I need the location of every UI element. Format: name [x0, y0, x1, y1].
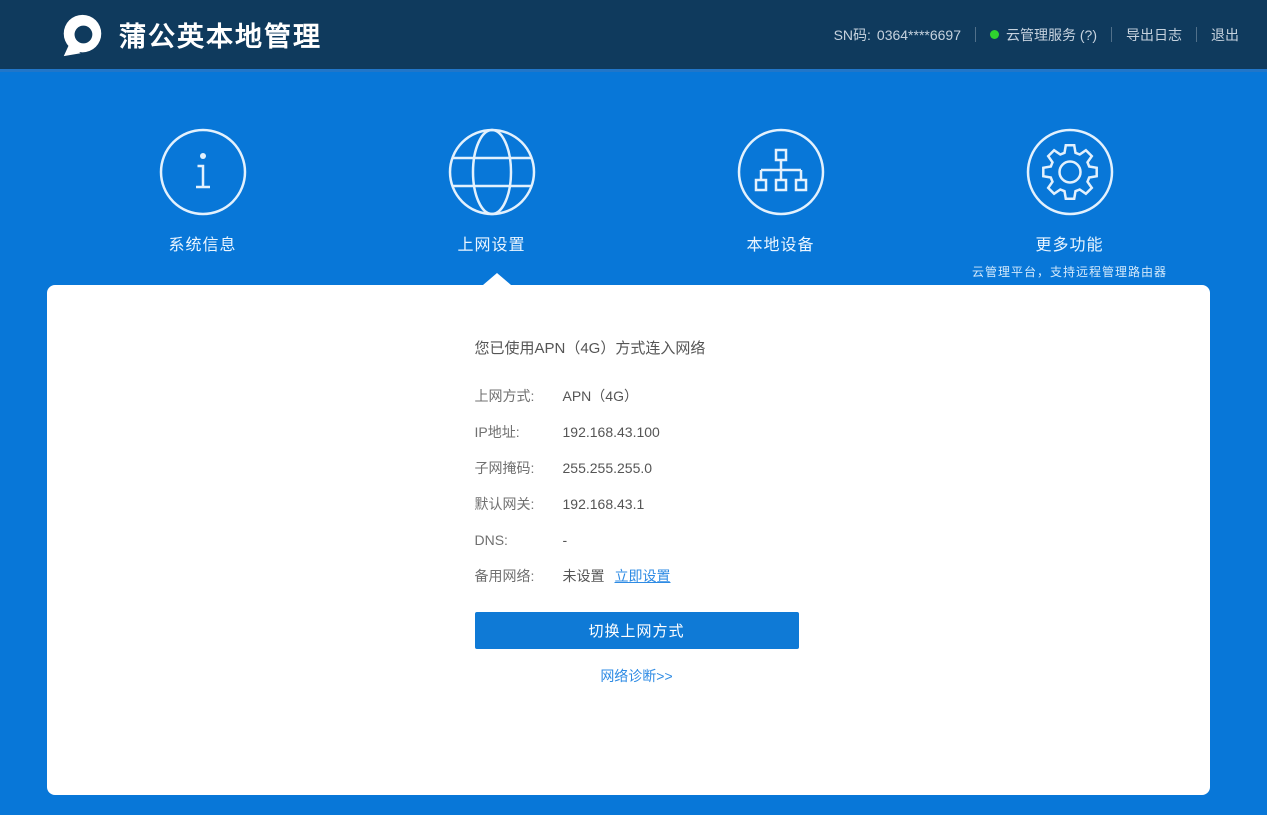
- dandelion-logo-icon: [60, 12, 105, 57]
- row-label: 默认网关:: [474, 496, 535, 512]
- tab-subtitle: 云管理平台，支持远程管理路由器: [971, 265, 1167, 279]
- divider: [1196, 27, 1197, 42]
- tab-local-devices[interactable]: 本地设备: [636, 128, 925, 280]
- row-value: 255.255.255.0: [562, 460, 653, 476]
- row-label: IP地址:: [474, 424, 520, 440]
- nav-tabs: 系统信息 上网设置 本地设备 更多功能 云管理平台，支持远程管理路由器: [58, 128, 1214, 280]
- switch-connection-button[interactable]: 切换上网方式: [474, 612, 799, 649]
- row-backup-network: 备用网络: 未设置 立即设置: [475, 558, 799, 594]
- connection-status-title: 您已使用APN（4G）方式连入网络: [474, 340, 706, 357]
- row-connection-type: 上网方式: APN（4G）: [475, 378, 799, 414]
- brand: 蒲公英本地管理: [60, 12, 322, 57]
- export-log-link[interactable]: 导出日志: [1126, 25, 1182, 45]
- topology-icon: [636, 128, 925, 216]
- divider: [975, 27, 976, 42]
- row-value: APN（4G）: [562, 388, 638, 404]
- row-value: 192.168.43.1: [562, 496, 645, 512]
- divider: [1111, 27, 1112, 42]
- tab-label: 系统信息: [168, 237, 237, 254]
- sn-code: SN码: 0364****6697: [833, 26, 961, 43]
- header-right: SN码: 0364****6697 云管理服务 (?) 导出日志 退出: [834, 25, 1239, 45]
- row-ip-address: IP地址: 192.168.43.100: [475, 414, 799, 450]
- tab-label: 更多功能: [1035, 237, 1104, 254]
- row-value: 未设置: [562, 568, 605, 584]
- row-subnet-mask: 子网掩码: 255.255.255.0: [475, 450, 799, 486]
- row-label: 上网方式:: [474, 388, 535, 404]
- row-label: 子网掩码:: [474, 460, 535, 476]
- tab-label: 上网设置: [457, 237, 526, 254]
- header: 蒲公英本地管理 SN码: 0364****6697 云管理服务 (?) 导出日志…: [0, 0, 1267, 72]
- row-default-gateway: 默认网关: 192.168.43.1: [475, 486, 799, 522]
- row-label: 备用网络:: [474, 568, 535, 584]
- logout-link[interactable]: 退出: [1211, 25, 1239, 45]
- active-tab-pointer: [483, 273, 511, 285]
- online-status-icon: [990, 30, 999, 39]
- setup-now-link[interactable]: 立即设置: [615, 566, 671, 586]
- row-value: -: [562, 532, 568, 548]
- tab-label: 本地设备: [746, 237, 815, 254]
- content-card: 您已使用APN（4G）方式连入网络 上网方式: APN（4G） IP地址: 19…: [47, 285, 1210, 795]
- gear-icon: [925, 128, 1214, 216]
- globe-icon: [347, 128, 636, 216]
- tab-more-features[interactable]: 更多功能 云管理平台，支持远程管理路由器: [925, 128, 1214, 280]
- row-value: 192.168.43.100: [562, 424, 660, 440]
- tab-system-info[interactable]: 系统信息: [58, 128, 347, 280]
- network-status-panel: 您已使用APN（4G）方式连入网络 上网方式: APN（4G） IP地址: 19…: [474, 285, 799, 686]
- info-icon: [58, 128, 347, 216]
- network-info-list: 上网方式: APN（4G） IP地址: 192.168.43.100 子网掩码:…: [475, 378, 799, 594]
- tab-internet-settings[interactable]: 上网设置: [347, 128, 636, 280]
- network-diagnose-link[interactable]: 网络诊断>>: [475, 666, 799, 686]
- row-label: DNS:: [474, 532, 508, 548]
- cloud-service-status[interactable]: 云管理服务 (?): [990, 25, 1097, 45]
- row-dns: DNS: -: [475, 522, 799, 558]
- app-title: 蒲公英本地管理: [119, 22, 322, 52]
